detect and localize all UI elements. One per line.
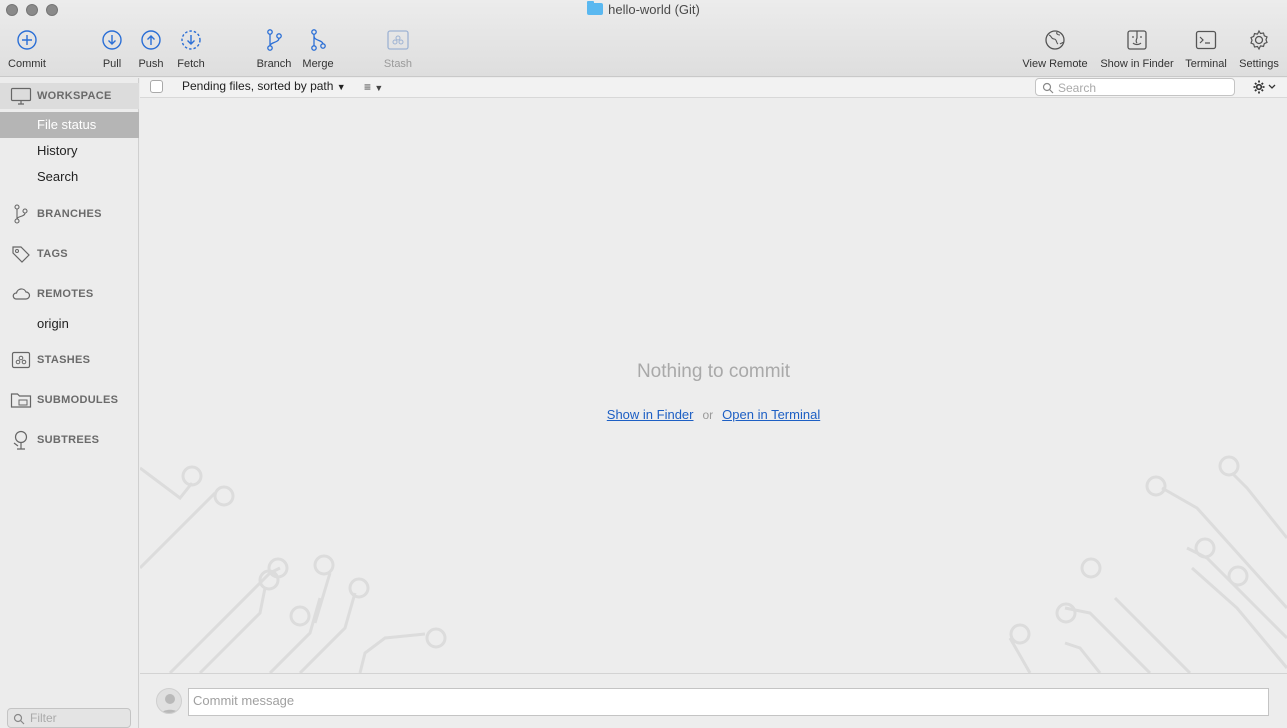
sidebar-item-origin[interactable]: origin — [0, 311, 139, 337]
file-options-menu[interactable] — [1252, 79, 1278, 100]
merge-icon — [304, 26, 332, 54]
main-panel: Pending files, sorted by path ▼ ≡ ▼ Sear… — [140, 78, 1287, 728]
cloud-icon — [10, 284, 32, 304]
submodule-folder-icon — [10, 390, 32, 410]
chevron-down-icon: ▼ — [374, 83, 384, 93]
gear-icon — [1245, 26, 1273, 54]
branch-icon — [10, 204, 32, 224]
empty-state-links: Show in Finder or Open in Terminal — [606, 407, 821, 422]
tag-icon — [10, 244, 32, 264]
empty-state-message: Nothing to commit — [636, 361, 791, 382]
fetch-button[interactable]: Fetch — [173, 26, 209, 70]
terminal-button[interactable]: Terminal — [1182, 26, 1230, 70]
sidebar-section-workspace[interactable]: WORKSPACE — [0, 83, 139, 109]
sidebar-section-subtrees[interactable]: SUBTREES — [0, 427, 139, 453]
sidebar: WORKSPACE File status History Search BRA… — [0, 78, 139, 728]
subtree-icon — [10, 430, 32, 450]
push-button[interactable]: Push — [135, 26, 167, 70]
sidebar-item-file-status[interactable]: File status — [0, 112, 139, 138]
search-icon — [1042, 82, 1054, 94]
commit-bar: Commit message — [140, 673, 1287, 728]
finder-icon — [1123, 26, 1151, 54]
view-mode-menu[interactable]: ≡ ▼ — [364, 80, 383, 94]
list-icon: ≡ — [364, 80, 372, 94]
sidebar-section-branches[interactable]: BRANCHES — [0, 201, 139, 227]
file-list-header: Pending files, sorted by path ▼ ≡ ▼ Sear… — [140, 78, 1287, 98]
sidebar-section-remotes[interactable]: REMOTES — [0, 281, 139, 307]
merge-button[interactable]: Merge — [298, 26, 338, 70]
sidebar-item-history[interactable]: History — [0, 138, 139, 164]
search-icon — [13, 713, 25, 725]
branch-button[interactable]: Branch — [254, 26, 294, 70]
arrow-up-circle-icon — [137, 26, 165, 54]
globe-icon — [1041, 26, 1069, 54]
sidebar-section-submodules[interactable]: SUBMODULES — [0, 387, 139, 413]
search-input[interactable]: Search — [1035, 78, 1235, 96]
gear-icon — [1253, 80, 1276, 94]
terminal-icon — [1192, 26, 1220, 54]
window-title: hello-world (Git) — [0, 1, 1287, 17]
sort-menu[interactable]: Pending files, sorted by path ▼ — [182, 79, 346, 93]
open-in-terminal-link[interactable]: Open in Terminal — [722, 407, 820, 422]
arrow-down-circle-icon — [98, 26, 126, 54]
avatar — [156, 688, 182, 714]
view-remote-button[interactable]: View Remote — [1020, 26, 1090, 70]
commit-button[interactable]: Commit — [6, 26, 48, 70]
stash-box-icon — [10, 350, 32, 370]
sidebar-section-tags[interactable]: TAGS — [0, 241, 139, 267]
show-in-finder-button[interactable]: Show in Finder — [1097, 26, 1177, 70]
chevron-down-icon: ▼ — [336, 82, 346, 92]
monitor-icon — [10, 86, 32, 106]
sidebar-filter-input[interactable]: Filter — [7, 708, 131, 728]
sidebar-item-search[interactable]: Search — [0, 164, 139, 190]
show-in-finder-link[interactable]: Show in Finder — [607, 407, 694, 422]
branch-icon — [260, 26, 288, 54]
sidebar-section-stashes[interactable]: STASHES — [0, 347, 139, 373]
title-bar: hello-world (Git) Commit Pull Push Fetch… — [0, 0, 1287, 77]
circuit-background-decoration — [140, 455, 1287, 673]
fetch-dashed-circle-icon — [177, 26, 205, 54]
stash-button[interactable]: Stash — [380, 26, 416, 70]
select-all-checkbox[interactable] — [150, 80, 163, 93]
settings-button[interactable]: Settings — [1236, 26, 1282, 70]
commit-message-input[interactable]: Commit message — [188, 688, 1269, 716]
stash-box-icon — [384, 26, 412, 54]
pull-button[interactable]: Pull — [96, 26, 128, 70]
folder-icon — [587, 1, 604, 15]
plus-circle-icon — [13, 26, 41, 54]
